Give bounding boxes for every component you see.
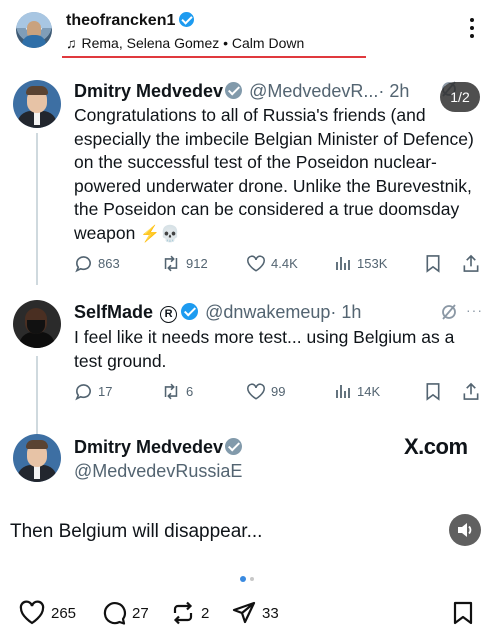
tweet-1-body: Congratulations to all of Russia's frien… [74,104,480,246]
repost-button[interactable]: 912 [161,252,208,274]
tweet-1-emojis: ⚡💀 [140,225,181,243]
views-icon [336,257,350,270]
thread-line [36,133,38,285]
like-icon [247,382,265,400]
post-repost-count: 2 [201,604,210,622]
pager-dot [250,577,254,581]
tweet-1-name[interactable]: Dmitry Medvedev [74,81,223,101]
repost-post-button[interactable]: 2 [170,598,209,628]
mute-button[interactable] [449,514,481,546]
reply-count: 863 [98,255,120,271]
post-header: theofrancken1 ♫ Rema, Selena Gomez • Calm… [0,0,489,62]
bookmark-icon [426,254,440,273]
share-post-button[interactable]: 33 [231,598,279,628]
pager-dot-active [240,576,246,582]
poster-avatar[interactable] [16,12,52,48]
tweet-avatar-selfmade[interactable] [13,300,61,348]
verified-badge-icon [225,438,243,455]
repost-button[interactable]: 6 [161,380,193,402]
comment-icon [103,602,126,625]
views-icon [336,385,350,398]
tweet-2-name[interactable]: SelfMade [74,302,153,322]
post-like-count: 265 [51,604,77,622]
like-post-button[interactable]: 265 [18,598,76,628]
verified-badge-icon [181,303,199,320]
tweet-3-name[interactable]: Dmitry Medvedev [74,437,223,457]
repost-count: 6 [186,383,194,399]
save-post-button[interactable] [452,598,474,628]
thread-line [36,356,38,436]
post-share-count: 33 [262,604,279,622]
tweet-1-time: · 2h [378,81,410,101]
like-icon [247,254,265,272]
reply-icon [75,383,91,400]
tweet-2-handle[interactable]: @dnwakemeup [205,302,330,322]
tweet-2-body: I feel like it needs more test... using … [74,327,455,371]
verified-badge-icon [179,12,195,27]
share-icon [463,382,479,400]
views-count: 14K [357,383,381,399]
verified-badge-icon [225,82,243,99]
tweet-3-handle[interactable]: @MedvedevRussiaE [74,461,242,482]
views-count: 153K [357,255,388,271]
music-info[interactable]: ♫ Rema, Selena Gomez • Calm Down [66,35,304,51]
reply-button[interactable]: 17 [74,380,112,402]
tweet-2-header: SelfMade R @dnwakemeup· 1h [74,301,361,324]
repost-icon [164,383,178,399]
registered-badge-icon: R [160,306,178,323]
send-icon [232,601,256,624]
more-options-icon[interactable] [469,18,475,42]
tweet-1-handle[interactable]: @MedvedevR... [249,81,378,101]
post-action-bar: 265 27 2 33 [0,596,489,632]
x-com-watermark: X.com [404,434,468,459]
like-count: 99 [271,383,286,399]
grok-icon[interactable] [440,303,458,321]
tweet-avatar-medvedev[interactable] [13,80,61,128]
post-comment-count: 27 [132,604,149,622]
carousel-pager [0,576,489,584]
share-button[interactable] [462,252,480,274]
reply-icon [75,255,91,272]
like-count: 4.4K [271,255,298,271]
repost-count: 912 [186,255,208,271]
reply-button[interactable]: 863 [74,252,120,274]
save-icon [453,601,473,625]
comment-post-button[interactable]: 27 [101,598,149,628]
more-options-icon[interactable]: ··· [466,302,483,318]
speaker-icon [458,523,472,537]
music-note-icon: ♫ [66,35,77,51]
reply-count: 17 [98,383,113,399]
views-button[interactable]: 14K [334,380,380,402]
music-underline [62,56,366,58]
tweet-avatar-medvedev[interactable] [13,434,61,482]
poster-username-row[interactable]: theofrancken1 [66,10,195,30]
share-button[interactable] [462,380,480,402]
repost-icon [164,255,178,271]
tweet-1-actions: 863 912 4.4K 153K [74,252,484,274]
poster-username[interactable]: theofrancken1 [66,12,175,29]
tweet-1-header: Dmitry Medvedev @MedvedevR...· 2h [74,80,409,102]
tweet-3-name-row: Dmitry Medvedev [74,436,244,458]
video-caption: Then Belgium will disappear... [10,521,263,542]
bookmark-icon [426,382,440,401]
tweet-2-actions: 17 6 99 14K [74,380,484,402]
share-icon [463,254,479,272]
bookmark-button[interactable] [425,252,441,274]
music-text[interactable]: Rema, Selena Gomez • Calm Down [82,35,305,51]
like-button[interactable]: 4.4K [246,252,298,274]
bookmark-button[interactable] [425,380,441,402]
like-button[interactable]: 99 [246,380,285,402]
views-button[interactable]: 153K [334,252,387,274]
tweet-2-time: · 1h [330,302,362,322]
tweet-1-text: Congratulations to all of Russia's frien… [74,105,474,243]
heart-icon [19,600,45,625]
repost-icon [173,601,193,625]
